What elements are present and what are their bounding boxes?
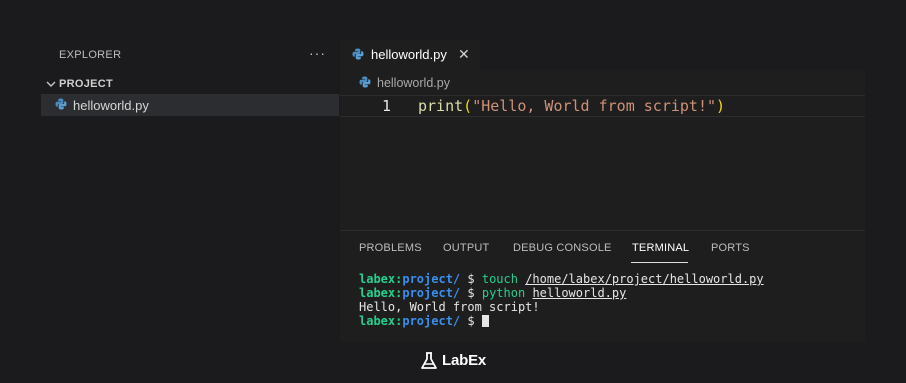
- tab-debug-console[interactable]: DEBUG CONSOLE: [513, 242, 612, 254]
- prompt-user: labex:: [359, 286, 403, 300]
- code-open-paren: (: [463, 97, 473, 115]
- code-string: "Hello, World from script!": [472, 97, 717, 115]
- prompt-user: labex:: [359, 272, 403, 286]
- python-file-icon: [352, 48, 364, 60]
- terminal-line: labex:project/ $ touch /home/labex/proje…: [359, 272, 859, 286]
- code-text[interactable]: print("Hello, World from script!"): [418, 97, 725, 115]
- prompt-symbol: $: [460, 314, 482, 328]
- chevron-down-icon: [46, 81, 56, 87]
- panel-tabs: PROBLEMS OUTPUT DEBUG CONSOLE TERMINAL P…: [340, 231, 865, 265]
- terminal-command: touch: [481, 272, 518, 286]
- line-number: 1: [382, 97, 392, 115]
- tab-terminal[interactable]: TERMINAL: [632, 242, 689, 254]
- bottom-panel: PROBLEMS OUTPUT DEBUG CONSOLE TERMINAL P…: [340, 230, 865, 342]
- explorer-title: EXPLORER: [59, 49, 122, 61]
- breadcrumb: helloworld.py: [340, 70, 865, 92]
- terminal-arg-link[interactable]: /home/labex/project/helloworld.py: [525, 272, 763, 286]
- python-file-icon: [55, 98, 67, 110]
- terminal-output-line: Hello, World from script!: [359, 300, 540, 314]
- terminal-line: labex:project/ $: [359, 314, 859, 328]
- terminal-output[interactable]: labex:project/ $ touch /home/labex/proje…: [359, 272, 859, 328]
- editor-tab-bar: helloworld.py ✕: [340, 40, 865, 70]
- tab-output[interactable]: OUTPUT: [443, 242, 489, 254]
- prompt-symbol: $: [460, 286, 482, 300]
- python-file-icon: [359, 76, 371, 88]
- terminal-cursor: [481, 315, 489, 327]
- prompt-path: project/: [402, 286, 461, 300]
- code-close-paren: ): [716, 97, 726, 115]
- project-section-title: PROJECT: [59, 78, 114, 90]
- code-function: print: [418, 97, 464, 115]
- logo-text: LabEx: [442, 352, 487, 369]
- flask-icon: [421, 352, 437, 369]
- prompt-path: project/: [402, 314, 461, 328]
- code-line[interactable]: 1 print("Hello, World from script!"): [340, 95, 865, 117]
- tab-ports[interactable]: PORTS: [711, 242, 750, 254]
- breadcrumb-file[interactable]: helloworld.py: [377, 76, 450, 90]
- tab-label: helloworld.py: [371, 47, 447, 62]
- prompt-symbol: $: [460, 272, 482, 286]
- tab-helloworld[interactable]: helloworld.py ✕: [340, 40, 480, 70]
- prompt-path: project/: [402, 272, 461, 286]
- explorer-sidebar: EXPLORER ··· PROJECT helloworld.py: [41, 40, 339, 342]
- terminal-arg-link[interactable]: helloworld.py: [532, 286, 626, 300]
- file-name: helloworld.py: [73, 98, 149, 113]
- file-item-helloworld[interactable]: helloworld.py: [41, 94, 339, 116]
- terminal-command: python: [481, 286, 526, 300]
- project-section-header[interactable]: PROJECT: [41, 74, 339, 94]
- more-actions-icon[interactable]: ···: [309, 45, 326, 61]
- prompt-user: labex:: [359, 314, 403, 328]
- explorer-header: EXPLORER ···: [41, 40, 339, 70]
- tab-problems[interactable]: PROBLEMS: [359, 242, 422, 254]
- editor-area: helloworld.py ✕ helloworld.py 1 print("H…: [340, 40, 865, 230]
- terminal-line: labex:project/ $ python helloworld.py: [359, 286, 859, 300]
- close-tab-icon[interactable]: ✕: [458, 46, 470, 63]
- active-tab-indicator: [631, 262, 688, 263]
